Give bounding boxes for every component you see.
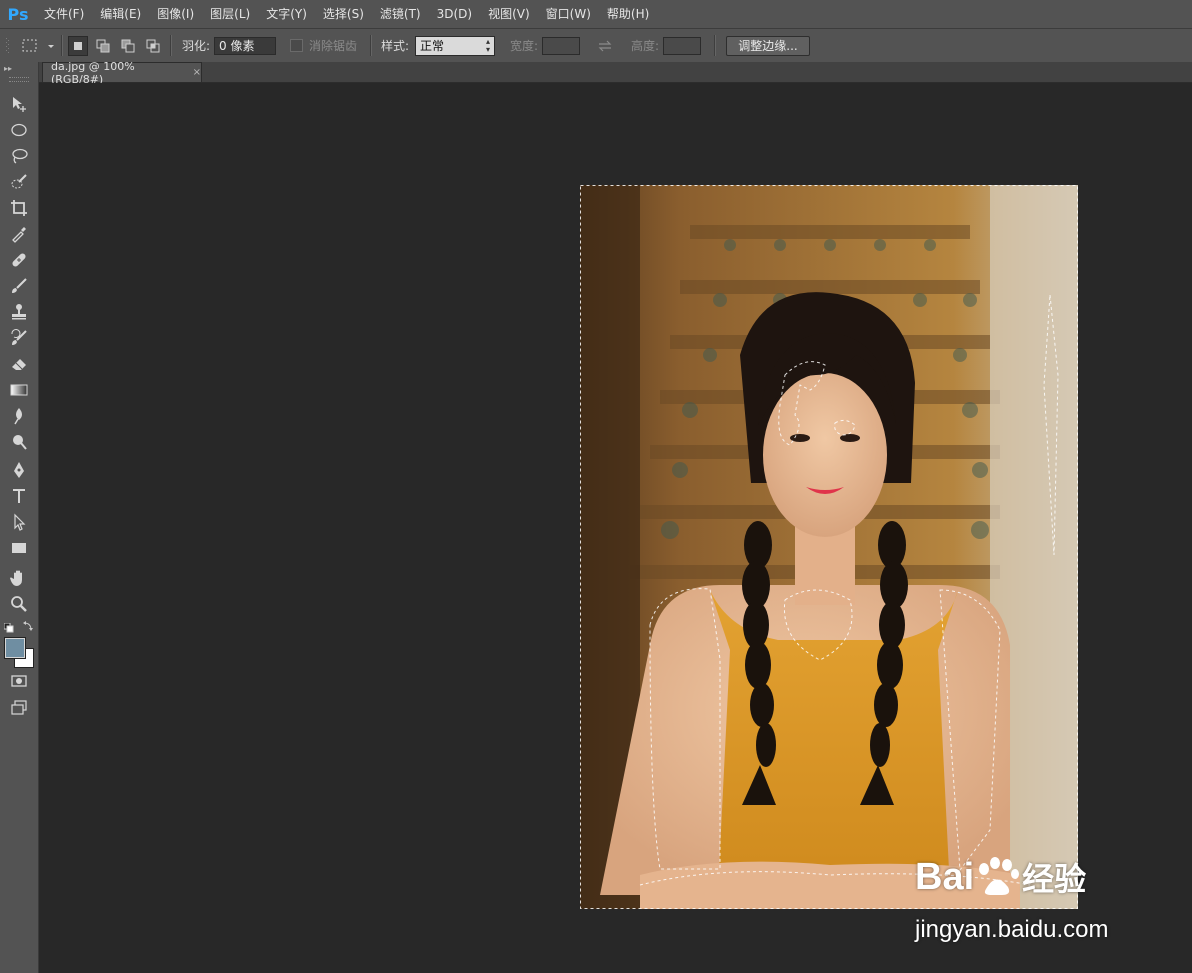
- menu-bar: Ps 文件(F) 编辑(E) 图像(I) 图层(L) 文字(Y) 选择(S) 滤…: [0, 0, 1192, 29]
- menu-select[interactable]: 选择(S): [315, 0, 372, 28]
- default-colors-icon[interactable]: [3, 622, 14, 636]
- height-input[interactable]: [663, 36, 702, 55]
- add-to-selection-button[interactable]: [93, 36, 113, 56]
- clone-stamp-icon[interactable]: [7, 300, 31, 324]
- watermark-brand-left: Bai: [915, 855, 975, 898]
- select-arrows-icon: ▴ ▾: [486, 36, 491, 54]
- document-tab-bar: da.jpg @ 100%(RGB/8#) ×: [39, 60, 1192, 86]
- style-select[interactable]: 正常 ▴ ▾: [415, 35, 496, 56]
- path-selection-icon[interactable]: [7, 510, 31, 534]
- style-label: 样式:: [381, 39, 410, 53]
- refine-edge-button[interactable]: 调整边缘...: [726, 35, 810, 56]
- screen-mode-icon[interactable]: [7, 696, 31, 720]
- close-tab-icon[interactable]: ×: [193, 67, 201, 78]
- menu-window[interactable]: 窗口(W): [538, 0, 599, 28]
- menu-filter[interactable]: 滤镜(T): [372, 0, 429, 28]
- brush-icon[interactable]: [7, 274, 31, 298]
- lasso-icon[interactable]: [7, 144, 31, 168]
- rectangle-icon[interactable]: [7, 536, 31, 560]
- watermark-brand-right: 经验: [1022, 861, 1087, 897]
- foreground-color-swatch[interactable]: [4, 637, 26, 659]
- new-selection-button[interactable]: [68, 35, 88, 56]
- photoshop-logo: Ps: [7, 4, 29, 24]
- options-bar: 羽化: 0 像素 消除锯齿 样式: 正常 ▴ ▾ 宽度: 高度: 调整边缘...: [0, 29, 1192, 63]
- watermark-url: jingyan.baidu.com: [915, 916, 1109, 943]
- width-input[interactable]: [542, 36, 581, 55]
- antialias-label: 消除锯齿: [309, 39, 358, 53]
- options-grip[interactable]: [6, 29, 12, 62]
- blur-icon[interactable]: [7, 404, 31, 428]
- feather-input[interactable]: 0 像素: [214, 36, 277, 55]
- menu-3d[interactable]: 3D(D): [429, 0, 480, 28]
- swap-width-height-icon[interactable]: [597, 29, 613, 62]
- toolbox-panel: ▸▸: [0, 62, 39, 973]
- quick-mask-icon[interactable]: [7, 669, 31, 693]
- crop-icon[interactable]: [7, 196, 31, 220]
- history-brush-icon[interactable]: [7, 326, 31, 350]
- feather-label: 羽化:: [182, 39, 211, 53]
- width-label: 宽度:: [510, 39, 539, 53]
- menu-type[interactable]: 文字(Y): [258, 0, 315, 28]
- paw-logo-icon: [974, 857, 1022, 897]
- menu-file[interactable]: 文件(F): [36, 0, 92, 28]
- subtract-from-selection-button[interactable]: [118, 36, 138, 56]
- eyedropper-icon[interactable]: [7, 222, 31, 246]
- document-tab[interactable]: da.jpg @ 100%(RGB/8#) ×: [42, 60, 202, 86]
- photo-image[interactable]: [580, 185, 1078, 909]
- hand-icon[interactable]: [7, 566, 31, 590]
- spot-healing-brush-icon[interactable]: [7, 248, 31, 272]
- dodge-icon[interactable]: [7, 430, 31, 454]
- document-tab-title: da.jpg @ 100%(RGB/8#): [51, 59, 135, 86]
- menu-view[interactable]: 视图(V): [480, 0, 538, 28]
- baidu-watermark: Bai 经验 jingyan.baidu.com: [870, 840, 1170, 950]
- photo-illustration: [580, 185, 1078, 909]
- move-tool-icon[interactable]: [7, 92, 31, 116]
- collapse-panel-icon[interactable]: ▸▸: [4, 64, 12, 73]
- tool-preset-picker[interactable]: [22, 29, 56, 62]
- quick-selection-icon[interactable]: [7, 170, 31, 194]
- menu-help[interactable]: 帮助(H): [599, 0, 657, 28]
- type-icon[interactable]: [7, 484, 31, 508]
- menu-edit[interactable]: 编辑(E): [92, 0, 149, 28]
- gradient-icon[interactable]: [7, 378, 31, 402]
- swap-colors-icon[interactable]: [22, 620, 34, 635]
- height-label: 高度:: [631, 39, 660, 53]
- pen-icon[interactable]: [7, 458, 31, 482]
- eraser-icon[interactable]: [7, 352, 31, 376]
- antialias-checkbox[interactable]: [290, 39, 303, 52]
- style-select-value: 正常: [420, 38, 445, 53]
- menu-image[interactable]: 图像(I): [149, 0, 202, 28]
- panel-grip[interactable]: [9, 77, 29, 82]
- intersect-selection-button[interactable]: [143, 36, 163, 56]
- elliptical-marquee-icon[interactable]: [7, 118, 31, 142]
- zoom-icon[interactable]: [7, 592, 31, 616]
- menu-layer[interactable]: 图层(L): [202, 0, 258, 28]
